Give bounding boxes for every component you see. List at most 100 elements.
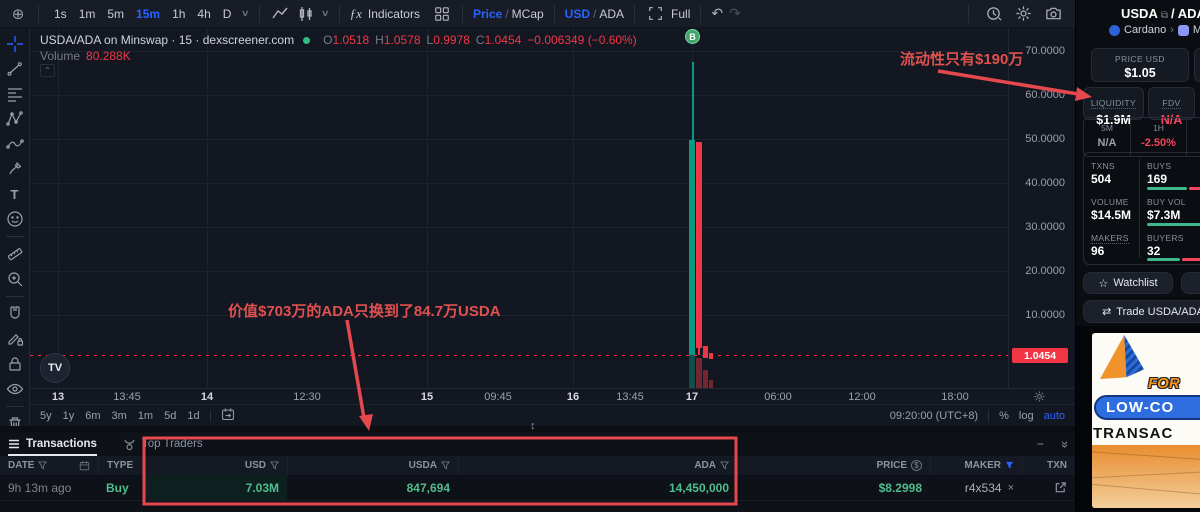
minimize-icon[interactable]: − <box>1037 437 1044 451</box>
chart-plot-area[interactable]: B TV <box>30 28 1008 388</box>
candlestick-icon[interactable] <box>296 4 316 24</box>
fib-retracement-icon[interactable] <box>5 84 25 104</box>
last-price-tag: 1.0454 <box>1012 348 1068 363</box>
usd-toggle[interactable]: USD <box>565 7 590 21</box>
percent-scale-button[interactable]: % <box>999 410 1009 422</box>
col-usd[interactable]: USD <box>143 456 287 475</box>
emoji-icon[interactable] <box>5 209 25 229</box>
range-button-1d[interactable]: 1d <box>187 410 199 422</box>
timeframe-button-5m[interactable]: 5m <box>102 5 129 23</box>
zoom-in-icon[interactable] <box>5 269 25 289</box>
timeframe-button-1s[interactable]: 1s <box>49 5 72 23</box>
col-ada[interactable]: ADA <box>458 456 737 475</box>
price-axis[interactable]: 1.0454 70.0000 60.0000 50.0000 40.0000 30.00… <box>1008 28 1075 388</box>
col-date[interactable]: DATE <box>0 456 98 475</box>
copy-icon[interactable]: ⧉ <box>1161 10 1168 21</box>
buys-bar <box>1147 187 1200 190</box>
add-plus-icon[interactable]: ⊕ <box>8 4 28 24</box>
crosshair-icon[interactable] <box>5 34 25 54</box>
breadcrumb-dex[interactable]: Minswap <box>1193 24 1200 36</box>
range-button-3m[interactable]: 3m <box>112 410 127 422</box>
chevron-down-icon[interactable]: ∨ <box>321 8 330 19</box>
fullscreen-button[interactable]: Full <box>671 7 690 21</box>
tx-maker-address[interactable]: r4x534 <box>965 481 1002 495</box>
go-to-date-icon[interactable] <box>221 407 235 424</box>
tradingview-logo[interactable]: TV <box>40 353 70 383</box>
perf-5m[interactable]: 5M N/A <box>1084 118 1130 156</box>
trend-line-icon[interactable] <box>5 59 25 79</box>
drawing-lock-icon[interactable] <box>5 329 25 349</box>
indicators-button[interactable]: Indicators <box>368 7 420 21</box>
range-button-1y[interactable]: 1y <box>63 410 75 422</box>
clear-filter-icon[interactable]: × <box>1008 482 1014 494</box>
currency-toggle-icon[interactable]: $ <box>911 460 922 471</box>
perf-1h[interactable]: 1H -2.50% <box>1130 118 1186 156</box>
price-mcap-toggle: Price / MCap <box>473 7 544 21</box>
indicators-fx-icon[interactable]: ƒx <box>350 6 362 22</box>
filter-icon-active[interactable] <box>1005 461 1014 470</box>
breadcrumb: Cardano › Minswap <box>1076 24 1200 36</box>
text-tool-icon[interactable]: T <box>5 184 25 204</box>
collapse-icon[interactable]: « <box>1056 440 1071 447</box>
col-type[interactable]: TYPE <box>98 456 143 475</box>
filter-icon[interactable] <box>441 461 450 470</box>
timeframe-button-D[interactable]: D <box>218 5 237 23</box>
ad-banner[interactable]: FOR LOW-CO TRANSAC <box>1076 326 1200 512</box>
ad-image[interactable]: FOR LOW-CO TRANSAC <box>1092 333 1200 508</box>
breadcrumb-chain[interactable]: Cardano <box>1124 24 1166 36</box>
timeframe-button-1m[interactable]: 1m <box>74 5 101 23</box>
trade-button[interactable]: ⇄ Trade USDA/ADA <box>1083 300 1200 323</box>
watchlist-button[interactable]: ☆ Watchlist <box>1083 272 1173 294</box>
col-usda[interactable]: USDA <box>287 456 458 475</box>
lock-icon[interactable] <box>5 354 25 374</box>
line-chart-icon[interactable] <box>270 4 290 24</box>
clock-timezone[interactable]: 09:20:00 (UTC+8) <box>890 410 978 422</box>
filter-icon[interactable] <box>270 461 279 470</box>
magnet-icon[interactable] <box>5 304 25 324</box>
tx-type: Buy <box>106 480 129 495</box>
auto-scale-button[interactable]: auto <box>1044 410 1065 422</box>
col-maker[interactable]: MAKER <box>930 456 1022 475</box>
forecast-icon[interactable] <box>5 134 25 154</box>
range-button-1m[interactable]: 1m <box>138 410 153 422</box>
timeframe-button-4h[interactable]: 4h <box>192 5 215 23</box>
chevron-down-icon[interactable]: ∨ <box>241 8 250 19</box>
time-axis[interactable]: 13 13:45 14 12:30 15 09:45 16 13:45 17 06:00 12:00… <box>30 388 1075 404</box>
transaction-row[interactable]: 9h 13m ago Buy 7.03M 847,694 14,450,000 … <box>0 475 1075 501</box>
layout-grid-icon[interactable] <box>432 4 452 24</box>
camera-icon[interactable] <box>1043 4 1063 24</box>
eye-icon[interactable] <box>5 379 25 399</box>
col-price[interactable]: PRICE $ <box>737 456 930 475</box>
ruler-icon[interactable] <box>5 244 25 264</box>
gear-icon[interactable] <box>1013 4 1033 24</box>
resize-handle-icon[interactable]: ↕ <box>530 420 536 432</box>
brush-icon[interactable] <box>5 159 25 179</box>
timeframe-button-1h[interactable]: 1h <box>167 5 190 23</box>
alert-clock-icon[interactable] <box>983 4 1003 24</box>
mcap-toggle[interactable]: MCap <box>512 7 544 21</box>
fullscreen-icon[interactable] <box>645 4 665 24</box>
range-button-6m[interactable]: 6m <box>85 410 100 422</box>
perf-6h[interactable]: 6H -4.0% <box>1186 118 1200 156</box>
legend-collapse-icon[interactable]: ⌃ <box>40 64 55 77</box>
alerts-button-clipped[interactable] <box>1181 272 1200 294</box>
external-link-icon[interactable] <box>1054 481 1067 494</box>
ada-toggle[interactable]: ADA <box>599 7 624 21</box>
range-button-5y[interactable]: 5y <box>40 410 52 422</box>
calendar-icon[interactable] <box>79 460 90 471</box>
pyramid-graphic <box>1100 335 1144 379</box>
candle <box>709 353 713 359</box>
tx-maker[interactable]: r4x534 × <box>930 475 1022 500</box>
range-button-5d[interactable]: 5d <box>164 410 176 422</box>
timeframe-button-15m[interactable]: 15m <box>131 5 165 23</box>
undo-icon[interactable]: ↶ <box>711 5 723 22</box>
price-toggle[interactable]: Price <box>473 7 502 21</box>
filter-icon[interactable] <box>38 461 48 470</box>
log-scale-button[interactable]: log <box>1019 410 1034 422</box>
redo-icon[interactable]: ↷ <box>729 5 741 22</box>
tx-link[interactable] <box>1022 475 1075 500</box>
tab-transactions[interactable]: Transactions <box>8 432 97 456</box>
xabcd-pattern-icon[interactable] <box>5 109 25 129</box>
filter-icon[interactable] <box>720 461 729 470</box>
tab-top-traders[interactable]: Top Traders <box>123 432 203 456</box>
